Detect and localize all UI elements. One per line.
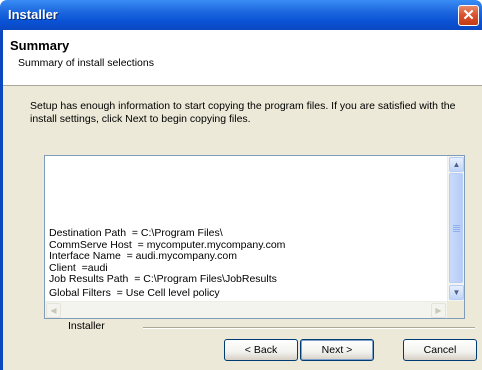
vertical-scrollbar[interactable]: ▲ ▼ (447, 156, 464, 302)
summary-listbox[interactable]: Destination Path = C:\Program Files\ Comm… (44, 155, 465, 319)
scrollbar-corner (447, 301, 464, 318)
back-button[interactable]: < Back (224, 339, 298, 361)
chevron-down-icon: ▼ (452, 288, 461, 297)
chevron-left-icon: ◀ (50, 306, 57, 315)
title-bar: Installer ✕ (0, 0, 482, 30)
footer-divider (143, 327, 475, 329)
close-icon: ✕ (462, 7, 475, 24)
next-button[interactable]: Next > (300, 339, 374, 361)
summary-line-global-filters: Global Filters = Use Cell level policy (49, 287, 220, 300)
scroll-right-button[interactable]: ▶ (431, 303, 446, 318)
scroll-up-button[interactable]: ▲ (449, 157, 464, 172)
scroll-left-button[interactable]: ◀ (46, 303, 61, 318)
footer-brand-label: Installer (68, 320, 105, 332)
window-title: Installer (8, 7, 58, 22)
cancel-button[interactable]: Cancel (403, 339, 477, 361)
intro-text: Setup has enough information to start co… (30, 100, 456, 125)
vertical-scroll-thumb[interactable] (449, 173, 463, 283)
chevron-up-icon: ▲ (452, 160, 461, 169)
page-subtitle: Summary of install selections (18, 57, 154, 69)
header-panel: Summary Summary of install selections (3, 30, 482, 86)
summary-content: Destination Path = C:\Program Files\ Comm… (49, 217, 285, 300)
chevron-right-icon: ▶ (435, 306, 442, 315)
page-title: Summary (10, 38, 70, 53)
summary-line-job-results: Job Results Path = C:\Program Files\JobR… (49, 273, 277, 286)
scroll-down-button[interactable]: ▼ (449, 285, 464, 300)
close-button[interactable]: ✕ (458, 5, 479, 26)
horizontal-scrollbar[interactable]: ◀ ▶ (45, 301, 447, 318)
summary-line-interface: Interface Name = audi.mycompany.com (49, 250, 238, 263)
